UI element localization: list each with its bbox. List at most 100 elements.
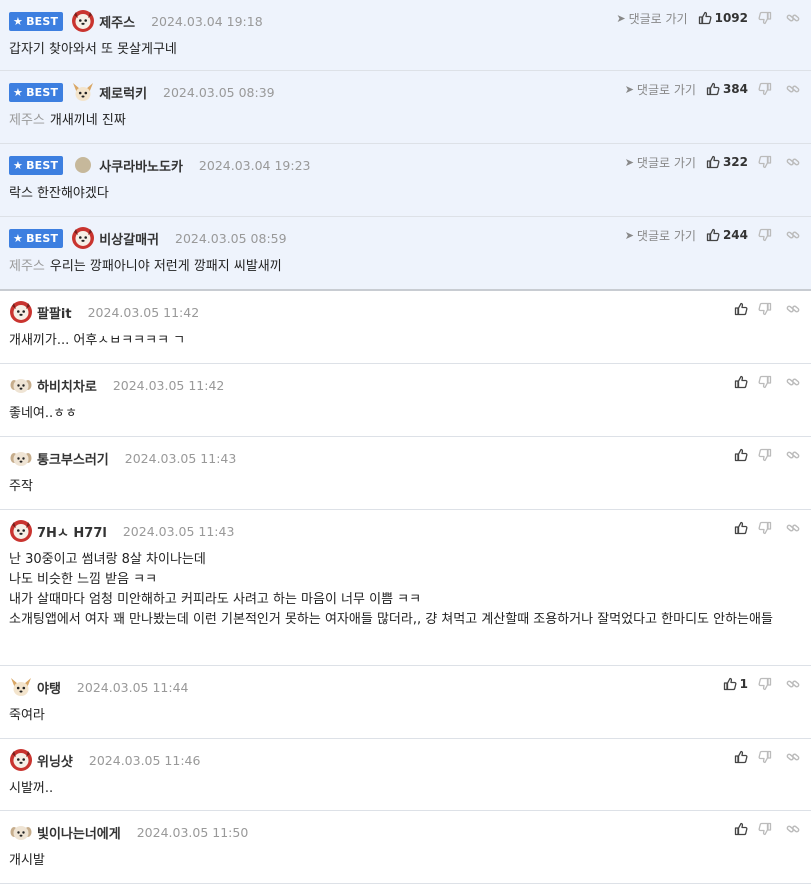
like-count: 322 — [722, 155, 748, 169]
thumbs-down-icon — [758, 521, 772, 535]
send-icon: ➤ — [624, 155, 634, 169]
dislike-button[interactable] — [758, 82, 772, 96]
dislike-button[interactable] — [758, 302, 772, 316]
thumbs-down-icon — [758, 822, 772, 836]
dislike-button[interactable] — [758, 521, 772, 535]
best-badge-label: BEST — [26, 158, 59, 172]
comment-text-line: 죽여라 — [9, 706, 803, 726]
go-to-reply-link[interactable]: ➤ 댓글로 가기 — [625, 227, 696, 244]
comment-author[interactable]: 통크부스러기 — [37, 449, 109, 468]
copy-link-button[interactable] — [786, 375, 800, 389]
copy-link-button[interactable] — [786, 822, 800, 836]
comment-author[interactable]: 위닝샷 — [37, 751, 73, 770]
like-button[interactable]: 1 — [723, 677, 748, 691]
thumbs-up-icon — [734, 750, 748, 764]
go-to-reply-link[interactable]: ➤ 댓글로 가기 — [616, 10, 687, 27]
comment-author[interactable]: 비상갈매귀 — [99, 229, 159, 248]
like-button[interactable]: 322 — [706, 155, 748, 169]
dislike-button[interactable] — [758, 750, 772, 764]
comment-header: 팔팔it 2024.03.05 11:42 — [9, 300, 199, 324]
avatar[interactable] — [9, 820, 37, 844]
copy-link-button[interactable] — [786, 82, 800, 96]
like-button[interactable] — [734, 521, 748, 535]
copy-link-button[interactable] — [786, 448, 800, 462]
thumbs-up-icon — [706, 228, 720, 242]
copy-link-button[interactable] — [786, 155, 800, 169]
thumbs-up-icon — [706, 155, 720, 169]
comment-actions: 1 — [723, 675, 800, 693]
go-to-reply-link[interactable]: ➤ 댓글로 가기 — [625, 81, 696, 98]
like-button[interactable]: 1092 — [698, 11, 748, 25]
copy-link-button[interactable] — [786, 228, 800, 242]
comment-text: 난 30중이고 썸녀랑 8살 차이나는데 — [9, 552, 206, 567]
avatar[interactable] — [9, 675, 37, 699]
avatar[interactable] — [71, 157, 99, 173]
like-button[interactable] — [734, 302, 748, 316]
like-button[interactable]: 384 — [706, 82, 748, 96]
best-badge-label: BEST — [26, 85, 59, 99]
copy-link-button[interactable] — [786, 521, 800, 535]
dislike-button[interactable] — [758, 822, 772, 836]
comment-text: 우리는 깡패아니야 저런게 깡패지 씨발새끼 — [49, 259, 282, 274]
avatar[interactable] — [71, 80, 99, 104]
comment-date: 2024.03.04 19:18 — [151, 13, 263, 29]
comment-author[interactable]: 야탱 — [37, 678, 61, 697]
avatar[interactable] — [9, 519, 37, 543]
avatar[interactable] — [9, 446, 37, 470]
comment-text-line: 시발꺼.. — [9, 779, 803, 799]
comment-body: 주작 — [9, 477, 803, 497]
like-button[interactable] — [734, 375, 748, 389]
comment-author[interactable]: 사쿠라바노도카 — [99, 156, 183, 175]
avatar[interactable] — [9, 300, 37, 324]
like-button[interactable]: 244 — [706, 228, 748, 242]
comment-text: 주작 — [9, 479, 33, 494]
copy-link-button[interactable] — [786, 11, 800, 25]
like-button[interactable] — [734, 750, 748, 764]
comment-date: 2024.03.05 11:43 — [124, 450, 237, 466]
thumbs-up-icon — [698, 11, 712, 25]
comment-text-line: 좋네여..ㅎㅎ — [9, 404, 803, 424]
comment-author[interactable]: 7Hㅅ H77l — [37, 522, 107, 541]
go-to-reply-link[interactable]: ➤ 댓글로 가기 — [625, 154, 696, 171]
dislike-button[interactable] — [758, 11, 772, 25]
copy-link-button[interactable] — [786, 750, 800, 764]
comment-author[interactable]: 빛이나는너에게 — [37, 823, 121, 842]
like-button[interactable] — [734, 822, 748, 836]
avatar[interactable] — [71, 226, 99, 250]
dislike-button[interactable] — [758, 677, 772, 691]
mention[interactable]: 제주스 — [9, 113, 45, 128]
comment-date: 2024.03.05 11:42 — [87, 304, 200, 320]
link-icon — [786, 228, 800, 242]
comment-text-line: 주작 — [9, 477, 803, 497]
avatar[interactable] — [9, 748, 37, 772]
thumbs-up-icon — [723, 677, 737, 691]
comment-header: ★ BEST 제주스 2024.03.04 19:18 — [9, 9, 263, 33]
mention[interactable]: 제주스 — [9, 259, 45, 274]
dislike-button[interactable] — [758, 155, 772, 169]
like-button[interactable] — [734, 448, 748, 462]
comment-body: 락스 한잔해야겠다 — [9, 184, 803, 204]
comment-author[interactable]: 제주스 — [99, 12, 135, 31]
copy-link-button[interactable] — [786, 677, 800, 691]
go-to-reply-label: 댓글로 가기 — [636, 228, 696, 243]
comment-author[interactable]: 제로럭키 — [99, 83, 147, 102]
copy-link-button[interactable] — [786, 302, 800, 316]
avatar[interactable] — [71, 9, 99, 33]
like-count: 1092 — [714, 11, 748, 25]
comment-date: 2024.03.04 19:23 — [198, 157, 311, 173]
dislike-button[interactable] — [758, 375, 772, 389]
comment-text: 시발꺼.. — [9, 781, 54, 796]
comment-text-line: 갑자기 찾아와서 또 못살게구네 — [9, 40, 803, 60]
send-icon: ➤ — [624, 82, 634, 96]
comment-header: ★ BEST 제로럭키 2024.03.05 08:39 — [9, 80, 275, 104]
comment-author[interactable]: 하비치차로 — [37, 376, 97, 395]
comment-author[interactable]: 팔팔it — [37, 303, 72, 322]
thumbs-down-icon — [758, 677, 772, 691]
comment: 하비치차로 2024.03.05 11:42 좋네여..ㅎㅎ — [0, 364, 811, 437]
dislike-button[interactable] — [758, 448, 772, 462]
link-icon — [786, 677, 800, 691]
dislike-button[interactable] — [758, 228, 772, 242]
avatar[interactable] — [9, 373, 37, 397]
thumbs-up-icon — [734, 822, 748, 836]
thumbs-down-icon — [758, 11, 772, 25]
